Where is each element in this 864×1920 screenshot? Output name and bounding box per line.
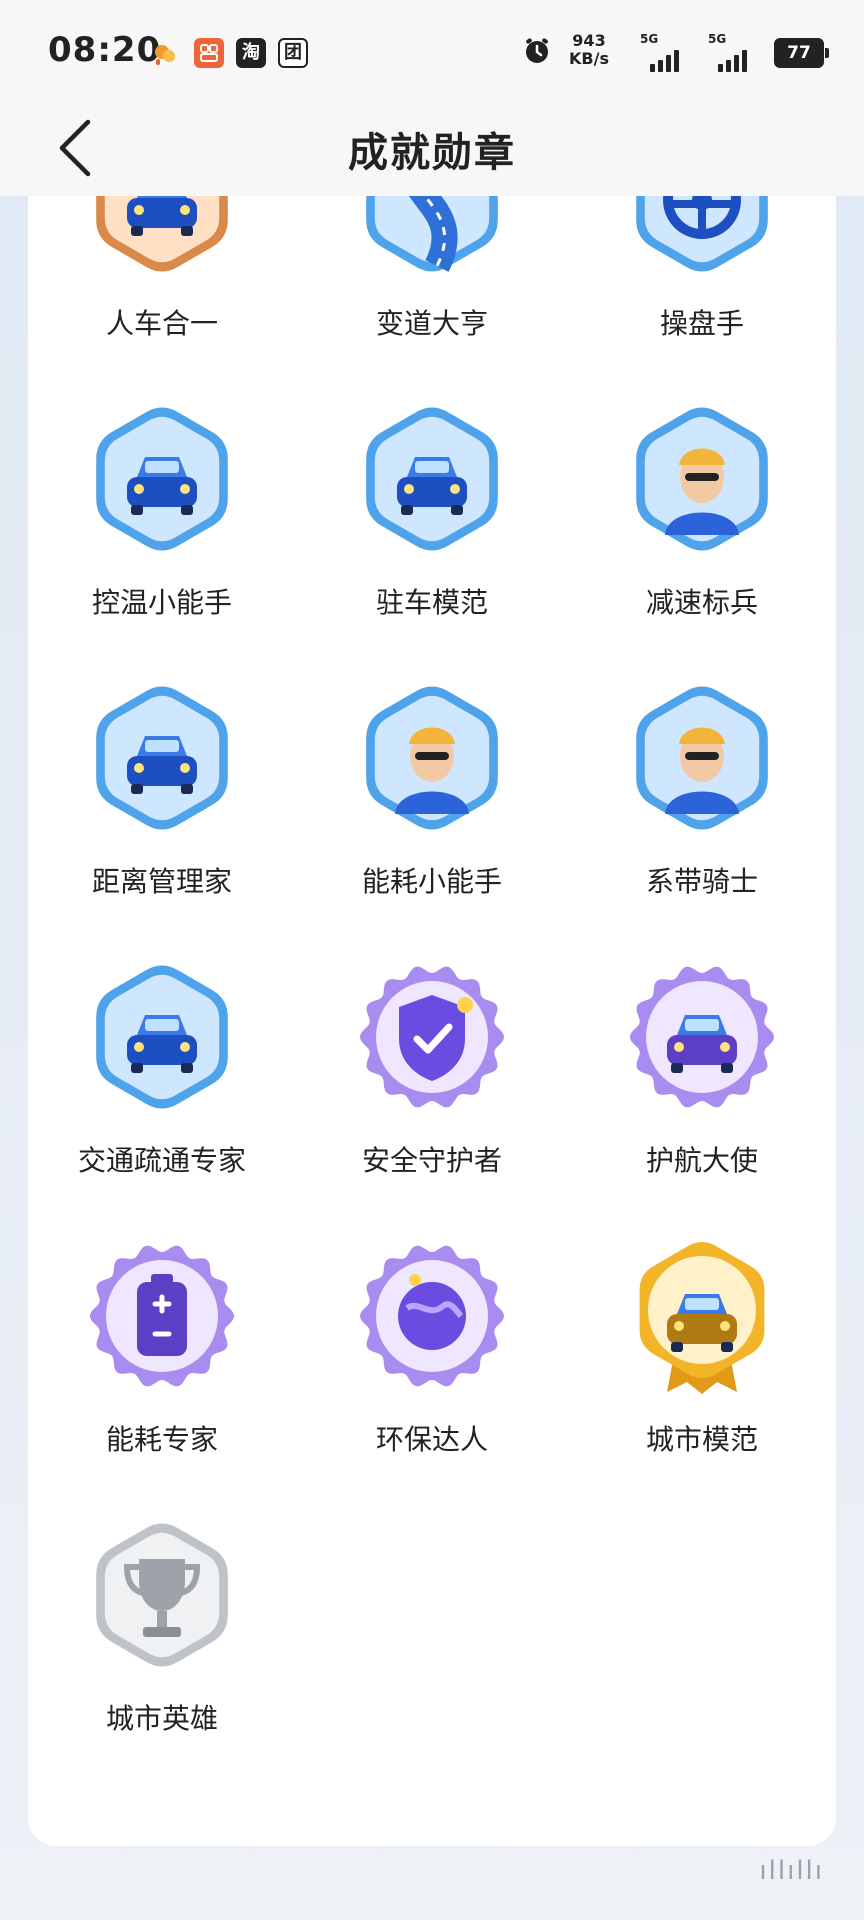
badge-item[interactable]: 变道大亨 (298, 196, 566, 395)
badge-item[interactable]: 环保达人 (298, 1232, 566, 1511)
badge-item[interactable]: 减速标兵 (568, 395, 836, 674)
badge-name: 系带骑士 (645, 865, 758, 898)
badge-name: 能耗小能手 (361, 865, 502, 898)
badge-item[interactable]: 距离管理家 (28, 674, 296, 953)
badge-item[interactable]: 能耗专家 (28, 1232, 296, 1511)
status-right: 943 KB/s 5G 5G 77 (522, 32, 829, 76)
badge-name: 控温小能手 (91, 586, 232, 619)
badge-name: 操盘手 (659, 307, 744, 340)
badge-item[interactable]: 城市英雄 (28, 1511, 296, 1790)
taobao-label: 淘 (242, 42, 260, 63)
badge-name: 人车合一 (105, 307, 218, 340)
badge-panel: 人车合一 变道大亨 操盘手 控温小能手 驻车模范 减速标兵 距离管理家 能耗小能… (28, 196, 836, 1846)
badge-item[interactable]: 能耗小能手 (298, 674, 566, 953)
status-time: 08:20 (48, 30, 162, 70)
meituan-icon: 团 (278, 38, 308, 68)
steering-wheel-icon (627, 196, 777, 284)
signal-1: 5G (640, 32, 688, 74)
badge-item[interactable]: 城市模范 (568, 1232, 836, 1511)
badge-item[interactable]: 人车合一 (28, 196, 296, 395)
badge-name: 城市模范 (645, 1423, 758, 1456)
bottom-gesture-area: ıllıllı (0, 1848, 864, 1920)
taobao-icon: 淘 (236, 38, 266, 68)
earth-hands-icon (357, 1232, 507, 1400)
city-car-icon (627, 1232, 777, 1400)
signal-2-label: 5G (708, 32, 727, 46)
battery-level: 77 (787, 43, 811, 63)
badge-name: 能耗专家 (105, 1423, 218, 1456)
watermark-icon: ıllıllı (759, 1856, 824, 1886)
meituan-label: 团 (284, 42, 302, 63)
weather-icon (150, 38, 180, 68)
badge-name: 驻车模范 (375, 586, 488, 619)
seatbelt-driver-icon (627, 674, 777, 842)
badge-name: 护航大使 (645, 1144, 758, 1177)
status-bar: 08:20 淘 团 943 KB/s 5G 5G 77 (0, 0, 864, 104)
badge-name: 变道大亨 (375, 307, 488, 340)
top-app-bar: 成就勋章 (0, 104, 864, 196)
car-shield-icon (627, 953, 777, 1121)
badge-name: 距离管理家 (91, 865, 232, 898)
traffic-cone-car-icon (87, 953, 237, 1121)
badge-item[interactable]: 驻车模范 (298, 395, 566, 674)
battery-icon (87, 1232, 237, 1400)
car-front-icon (87, 196, 237, 284)
net-speed-value: 943 (572, 31, 606, 50)
battery-icon: 77 (774, 38, 829, 68)
signal-2: 5G (708, 32, 756, 74)
signal-1-label: 5G (640, 32, 659, 46)
badge-name: 安全守护者 (361, 1144, 502, 1177)
badge-name: 交通疏通专家 (77, 1144, 246, 1177)
signal-bars-icon (650, 48, 686, 72)
badge-item[interactable]: 控温小能手 (28, 395, 296, 674)
badge-name: 减速标兵 (645, 586, 758, 619)
trophy-icon (87, 1511, 237, 1679)
net-speed-unit: KB/s (569, 49, 609, 68)
page-title: 成就勋章 (348, 130, 516, 176)
two-cars-icon (87, 674, 237, 842)
badge-name: 环保达人 (375, 1423, 488, 1456)
driver-sunglasses-icon (627, 395, 777, 563)
alarm-icon (522, 36, 552, 70)
badge-item[interactable]: 护航大使 (568, 953, 836, 1232)
badge-item[interactable]: 交通疏通专家 (28, 953, 296, 1232)
badge-item[interactable]: 操盘手 (568, 196, 836, 395)
shield-check-icon (357, 953, 507, 1121)
app-orange-icon (194, 38, 224, 68)
driver-cap-icon (357, 674, 507, 842)
road-curve-icon (357, 196, 507, 284)
badge-item[interactable]: 系带骑士 (568, 674, 836, 953)
net-speed: 943 KB/s (562, 32, 616, 68)
badge-item[interactable]: 安全守护者 (298, 953, 566, 1232)
car-weather-icon (87, 395, 237, 563)
badge-name: 城市英雄 (105, 1702, 218, 1735)
signal-bars-icon (718, 48, 754, 72)
parking-car-icon (357, 395, 507, 563)
